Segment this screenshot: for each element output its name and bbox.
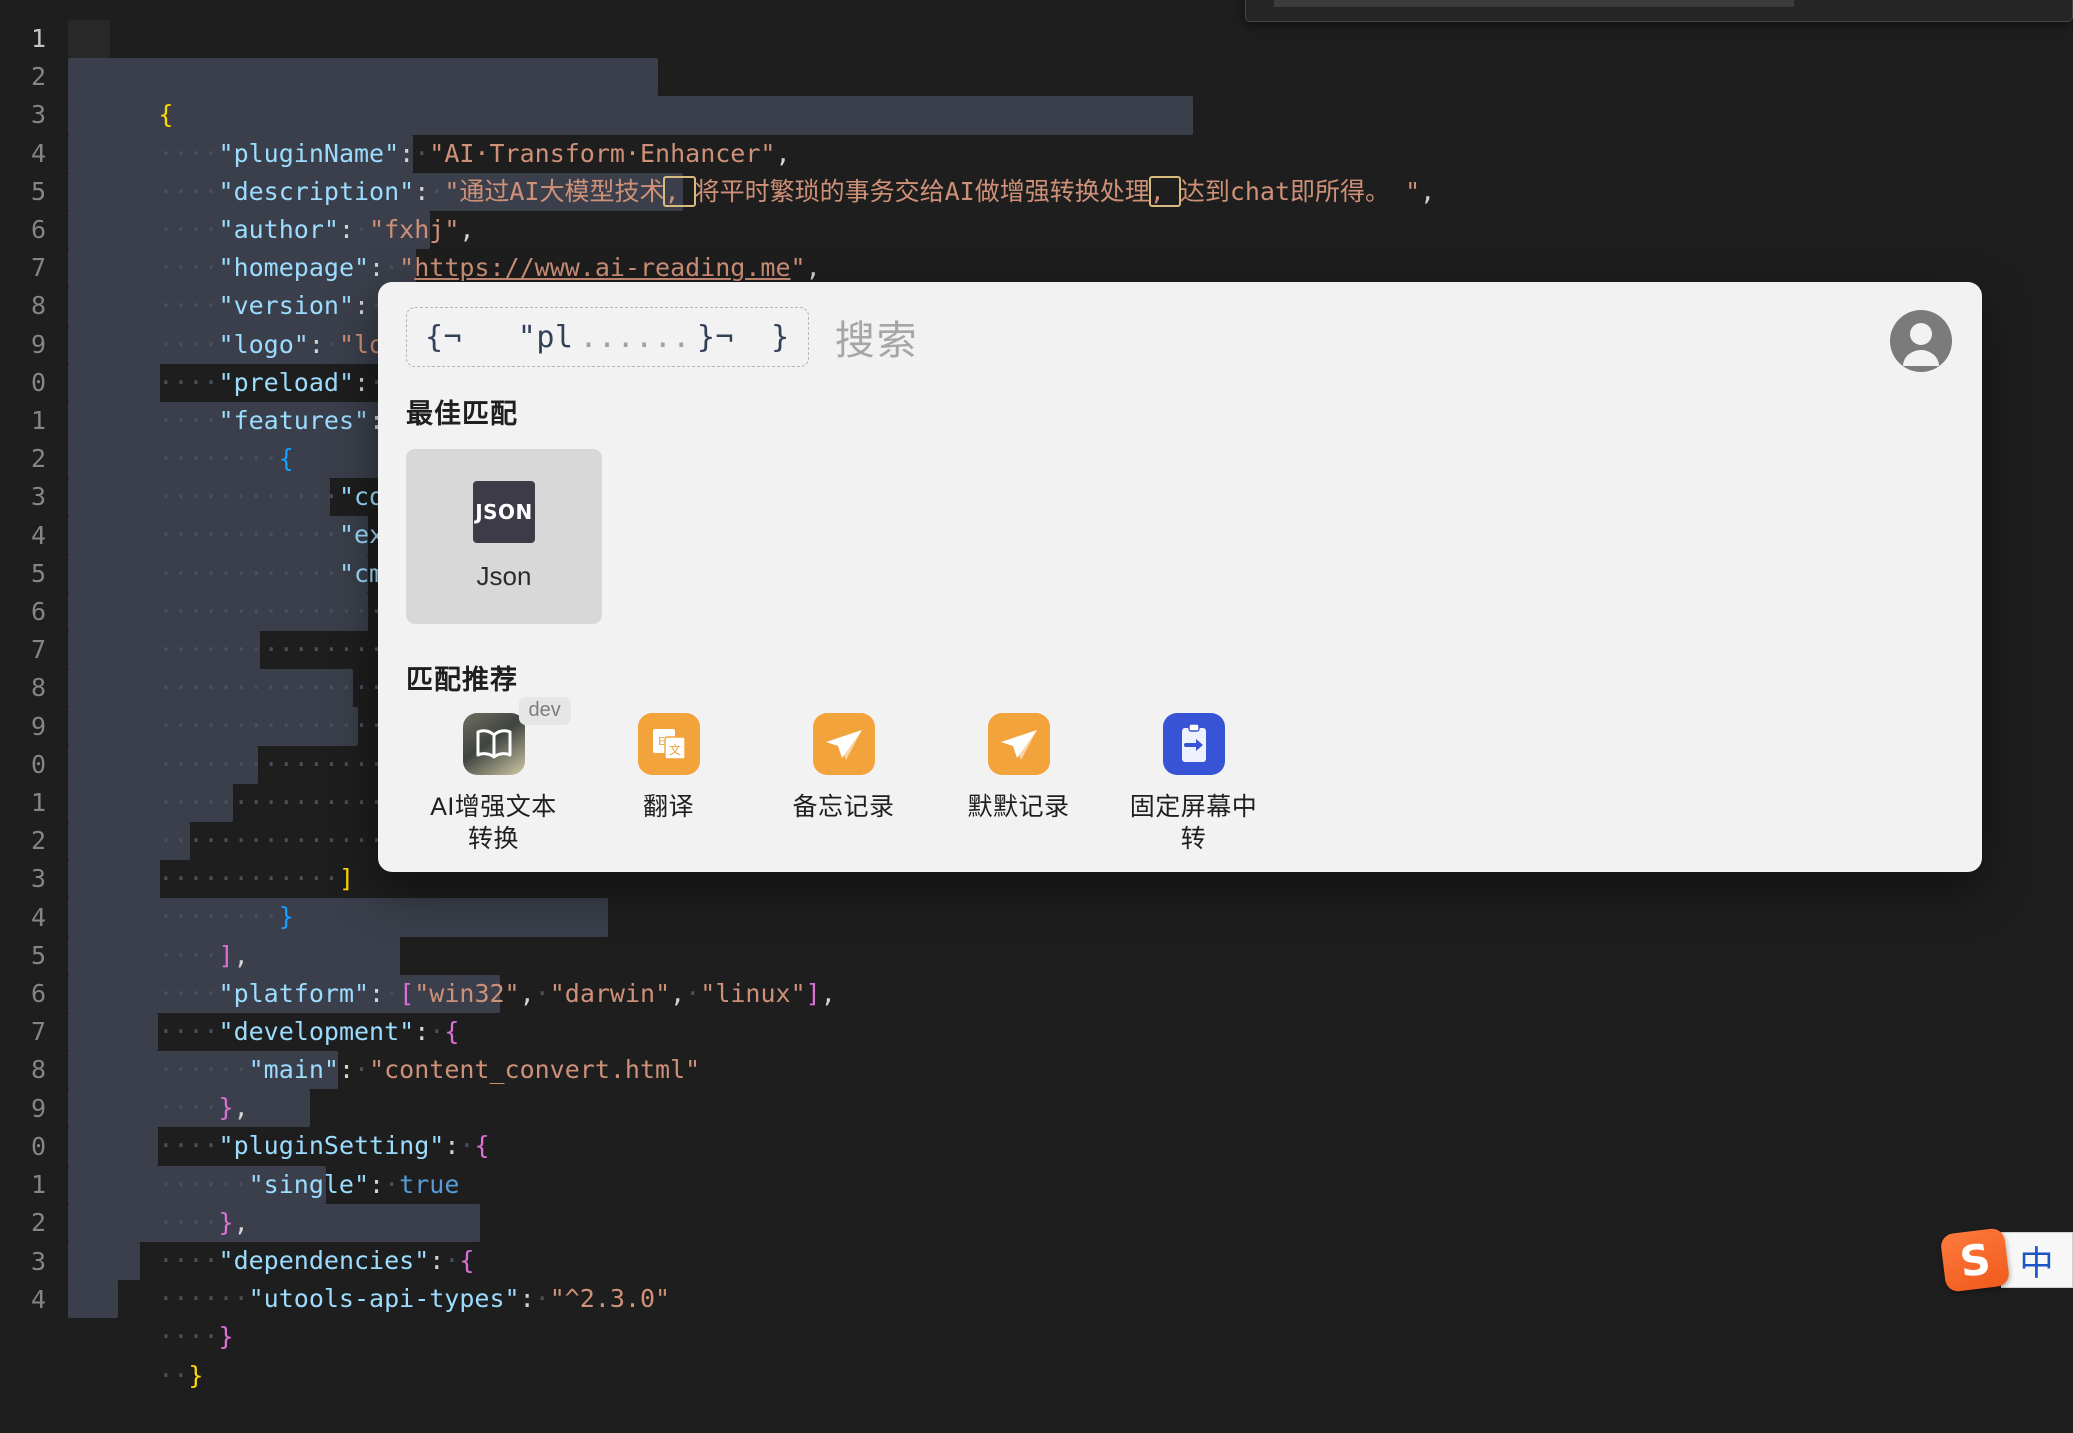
- code-line[interactable]: ····"development":·{: [68, 937, 2073, 975]
- recommended-item-screen-relay[interactable]: 固定屏幕中转: [1106, 713, 1281, 855]
- line-number: 0: [0, 1128, 68, 1166]
- recommended-item-memo[interactable]: 备忘记录: [756, 713, 931, 823]
- best-match-title: 最佳匹配: [406, 392, 1982, 431]
- line-number: 9: [0, 326, 68, 364]
- find-replace-widget[interactable]: › input Aa No results ↑ ▾ ▯ ✕: [1245, 0, 2073, 22]
- code-line[interactable]: ····"platform":·["win32",·"darwin",·"lin…: [68, 898, 2073, 936]
- line-number: 4: [0, 1281, 68, 1319]
- recommended-title: 匹配推荐: [406, 658, 1982, 697]
- recommended-item-translate[interactable]: En 文 翻译: [581, 713, 756, 823]
- best-match-item-json[interactable]: JSON Json: [406, 449, 602, 624]
- line-number: 2: [0, 1204, 68, 1242]
- best-match-row: JSON Json: [378, 441, 1982, 624]
- line-number: 6: [0, 975, 68, 1013]
- line-number: 7: [0, 1013, 68, 1051]
- line-number: 3: [0, 96, 68, 134]
- line-number: 9: [0, 1090, 68, 1128]
- recommended-item-label: 备忘记录: [792, 791, 894, 823]
- ime-indicator[interactable]: S 中: [1943, 1228, 2073, 1292]
- line-number: 6: [0, 593, 68, 631]
- line-number: 1: [0, 402, 68, 440]
- line-number: 2: [0, 440, 68, 478]
- line-number: 7: [0, 249, 68, 287]
- svg-text:文: 文: [669, 742, 681, 757]
- line-number: 6: [0, 211, 68, 249]
- line-number: 5: [0, 173, 68, 211]
- line-number: 1: [0, 784, 68, 822]
- star-arrow-icon: [988, 713, 1050, 775]
- line-number-gutter: 1234567890123456789012345678901234: [0, 20, 68, 1319]
- utools-search-header: {¬ "pl ...... }¬ } 搜索: [378, 282, 1982, 392]
- search-input[interactable]: 搜索: [835, 308, 919, 366]
- user-avatar-icon[interactable]: [1890, 310, 1952, 372]
- recommended-item-momo-notes[interactable]: 默默记录: [931, 713, 1106, 823]
- line-number: 4: [0, 135, 68, 173]
- line-number: 1: [0, 20, 68, 58]
- ime-mode-label[interactable]: 中: [2001, 1232, 2073, 1288]
- find-input[interactable]: input Aa: [1274, 0, 1794, 7]
- line-number: 0: [0, 364, 68, 402]
- chip-prefix: {¬ "pl: [425, 320, 574, 355]
- line-number: 5: [0, 937, 68, 975]
- search-payload-chip[interactable]: {¬ "pl ...... }¬ }: [406, 307, 809, 367]
- line-number: 8: [0, 1051, 68, 1089]
- best-match-item-label: Json: [477, 561, 532, 592]
- code-line[interactable]: ····"pluginName":·"AI·Transform·Enhancer…: [68, 58, 2073, 96]
- line-number: 2: [0, 58, 68, 96]
- line-number: 3: [0, 1243, 68, 1281]
- utools-search-panel[interactable]: {¬ "pl ...... }¬ } 搜索 最佳匹配 JSON Json 匹配推…: [378, 282, 1982, 872]
- json-file-icon: JSON: [473, 481, 535, 543]
- chip-ellipsis: ......: [580, 320, 691, 355]
- recommended-item-label: 默默记录: [967, 791, 1069, 823]
- clipboard-arrow-icon: [1163, 713, 1225, 775]
- chip-suffix: }¬ }: [697, 320, 790, 355]
- recommended-row: dev AI增强文本转换 En 文 翻译 备忘记录: [378, 707, 1982, 855]
- line-number: 0: [0, 746, 68, 784]
- recommended-item-label: AI增强文本转换: [419, 791, 569, 855]
- line-number: 4: [0, 517, 68, 555]
- line-number: 1: [0, 1166, 68, 1204]
- code-line[interactable]: ······"single":·true: [68, 1089, 2073, 1127]
- line-number: 3: [0, 478, 68, 516]
- line-number: 3: [0, 860, 68, 898]
- line-number: 2: [0, 822, 68, 860]
- recommended-item-ai-text-transform[interactable]: dev AI增强文本转换: [406, 713, 581, 855]
- line-number: 4: [0, 899, 68, 937]
- recommended-item-label: 固定屏幕中转: [1119, 791, 1269, 855]
- sogou-logo-icon: S: [1940, 1227, 2011, 1292]
- translate-icon: En 文: [638, 713, 700, 775]
- dev-badge: dev: [519, 697, 571, 725]
- code-line[interactable]: ····"description":·"通过AI大模型技术, 将平时繁琐的事务交…: [68, 96, 2073, 134]
- line-number: 8: [0, 287, 68, 325]
- line-number: 9: [0, 708, 68, 746]
- code-line[interactable]: ······"utools-api-types":·"^2.3.0": [68, 1204, 2073, 1242]
- line-number: 7: [0, 631, 68, 669]
- code-line[interactable]: {: [68, 20, 2073, 58]
- line-number: 5: [0, 555, 68, 593]
- recommended-item-label: 翻译: [643, 791, 694, 823]
- line-number: 8: [0, 669, 68, 707]
- star-arrow-icon: [813, 713, 875, 775]
- book-icon: dev: [463, 713, 525, 775]
